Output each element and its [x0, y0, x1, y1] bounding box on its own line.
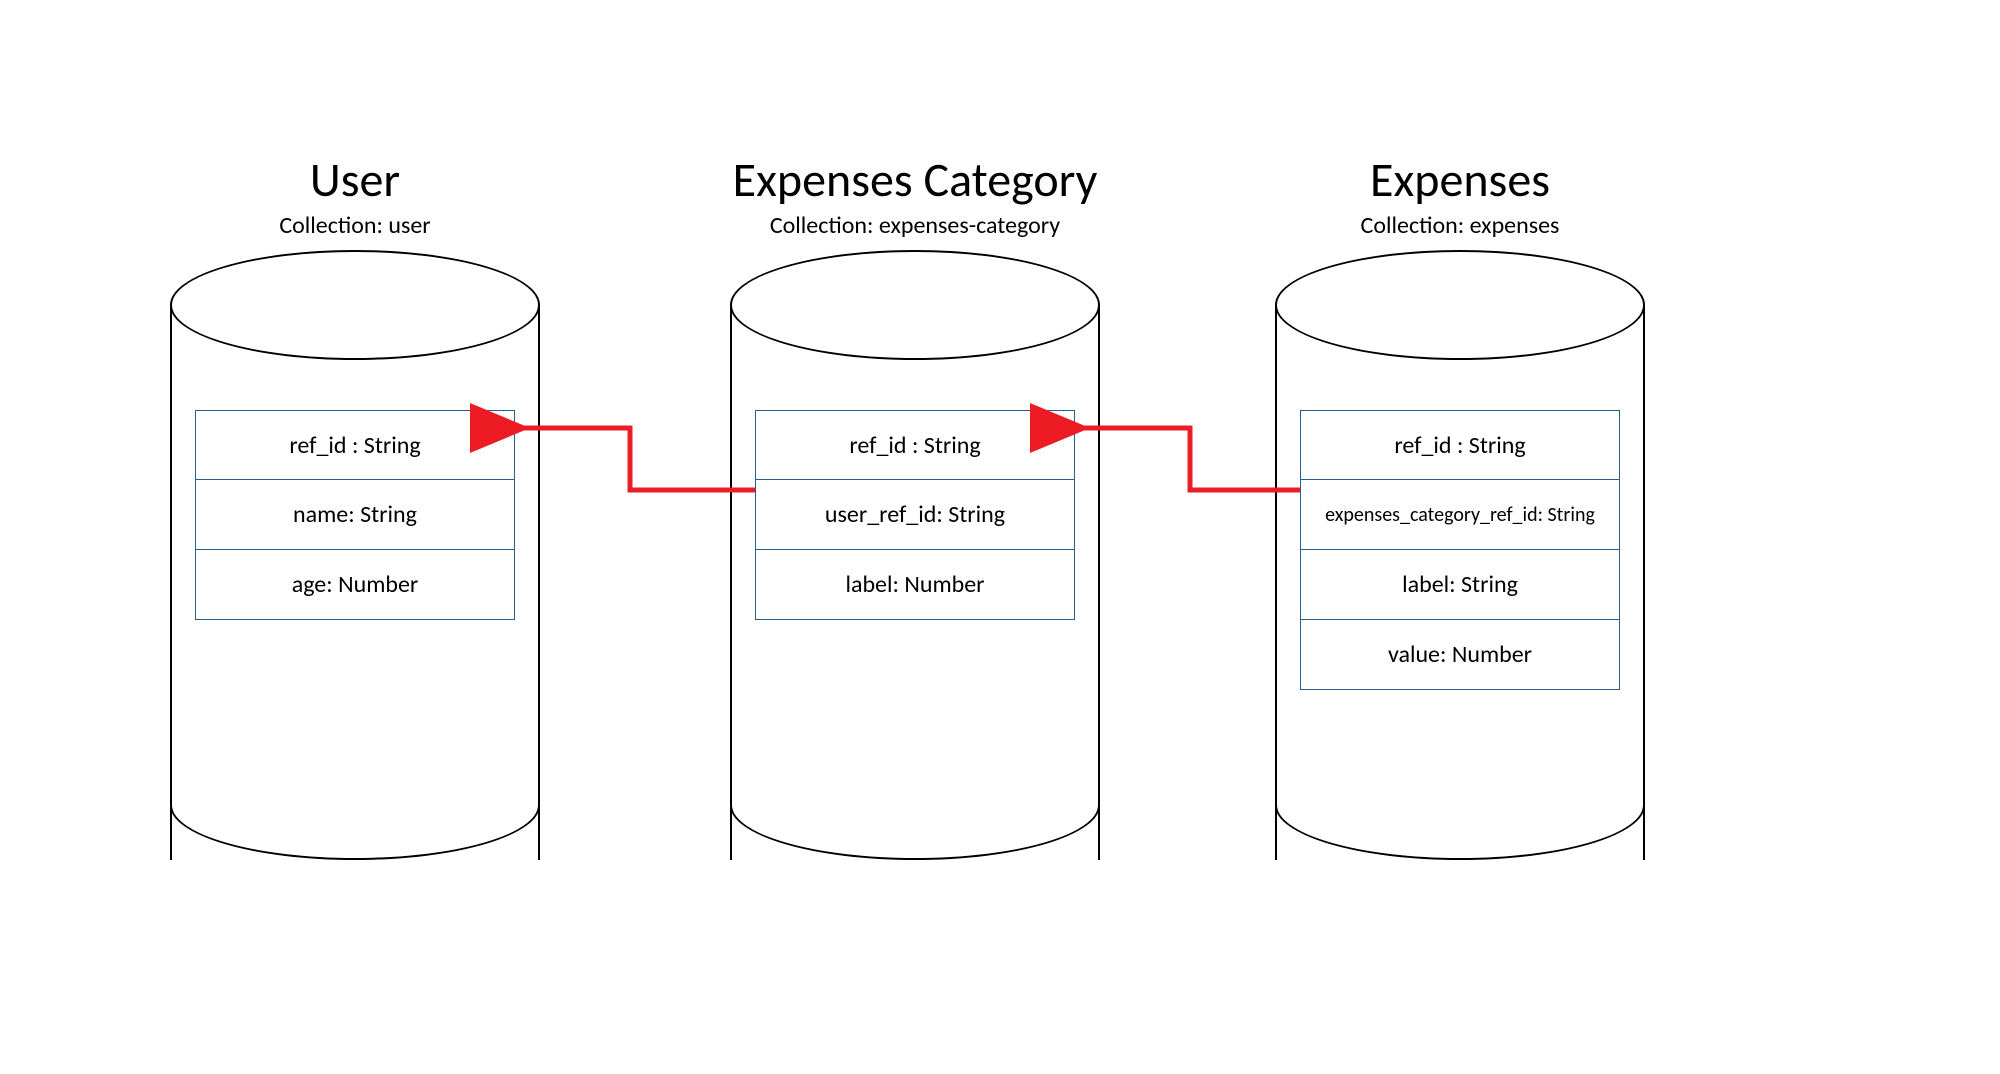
collection-expenses-category: Expenses Category Collection: expenses-c… [730, 150, 1100, 860]
field-list: ref_id : String user_ref_id: String labe… [755, 410, 1075, 620]
relation-arrow [1060, 420, 1330, 540]
cylinder-shape: ref_id : String expenses_category_ref_id… [1275, 250, 1645, 860]
collection-expenses: Expenses Collection: expenses ref_id : S… [1275, 150, 1645, 860]
field-item: ref_id : String [1300, 410, 1620, 480]
relation-arrow [500, 420, 770, 540]
field-item: ref_id : String [755, 410, 1075, 480]
field-item: ref_id : String [195, 410, 515, 480]
cylinder-shape: ref_id : String name: String age: Number [170, 250, 540, 860]
field-list: ref_id : String name: String age: Number [195, 410, 515, 620]
field-item: label: Number [755, 550, 1075, 620]
collection-user: User Collection: user ref_id : String na… [170, 150, 540, 860]
field-item: value: Number [1300, 620, 1620, 690]
cylinder-shape: ref_id : String user_ref_id: String labe… [730, 250, 1100, 860]
collection-title: Expenses Category [730, 150, 1100, 209]
field-item: expenses_category_ref_id: String [1300, 480, 1620, 550]
field-item: name: String [195, 480, 515, 550]
field-list: ref_id : String expenses_category_ref_id… [1300, 410, 1620, 690]
diagram-container: User Collection: user ref_id : String na… [0, 0, 2000, 1074]
field-item: age: Number [195, 550, 515, 620]
collection-subtitle: Collection: user [170, 211, 540, 240]
collection-title: Expenses [1275, 150, 1645, 209]
collection-title: User [170, 150, 540, 209]
collection-subtitle: Collection: expenses [1275, 211, 1645, 240]
collection-subtitle: Collection: expenses-category [730, 211, 1100, 240]
field-item: label: String [1300, 550, 1620, 620]
field-item: user_ref_id: String [755, 480, 1075, 550]
